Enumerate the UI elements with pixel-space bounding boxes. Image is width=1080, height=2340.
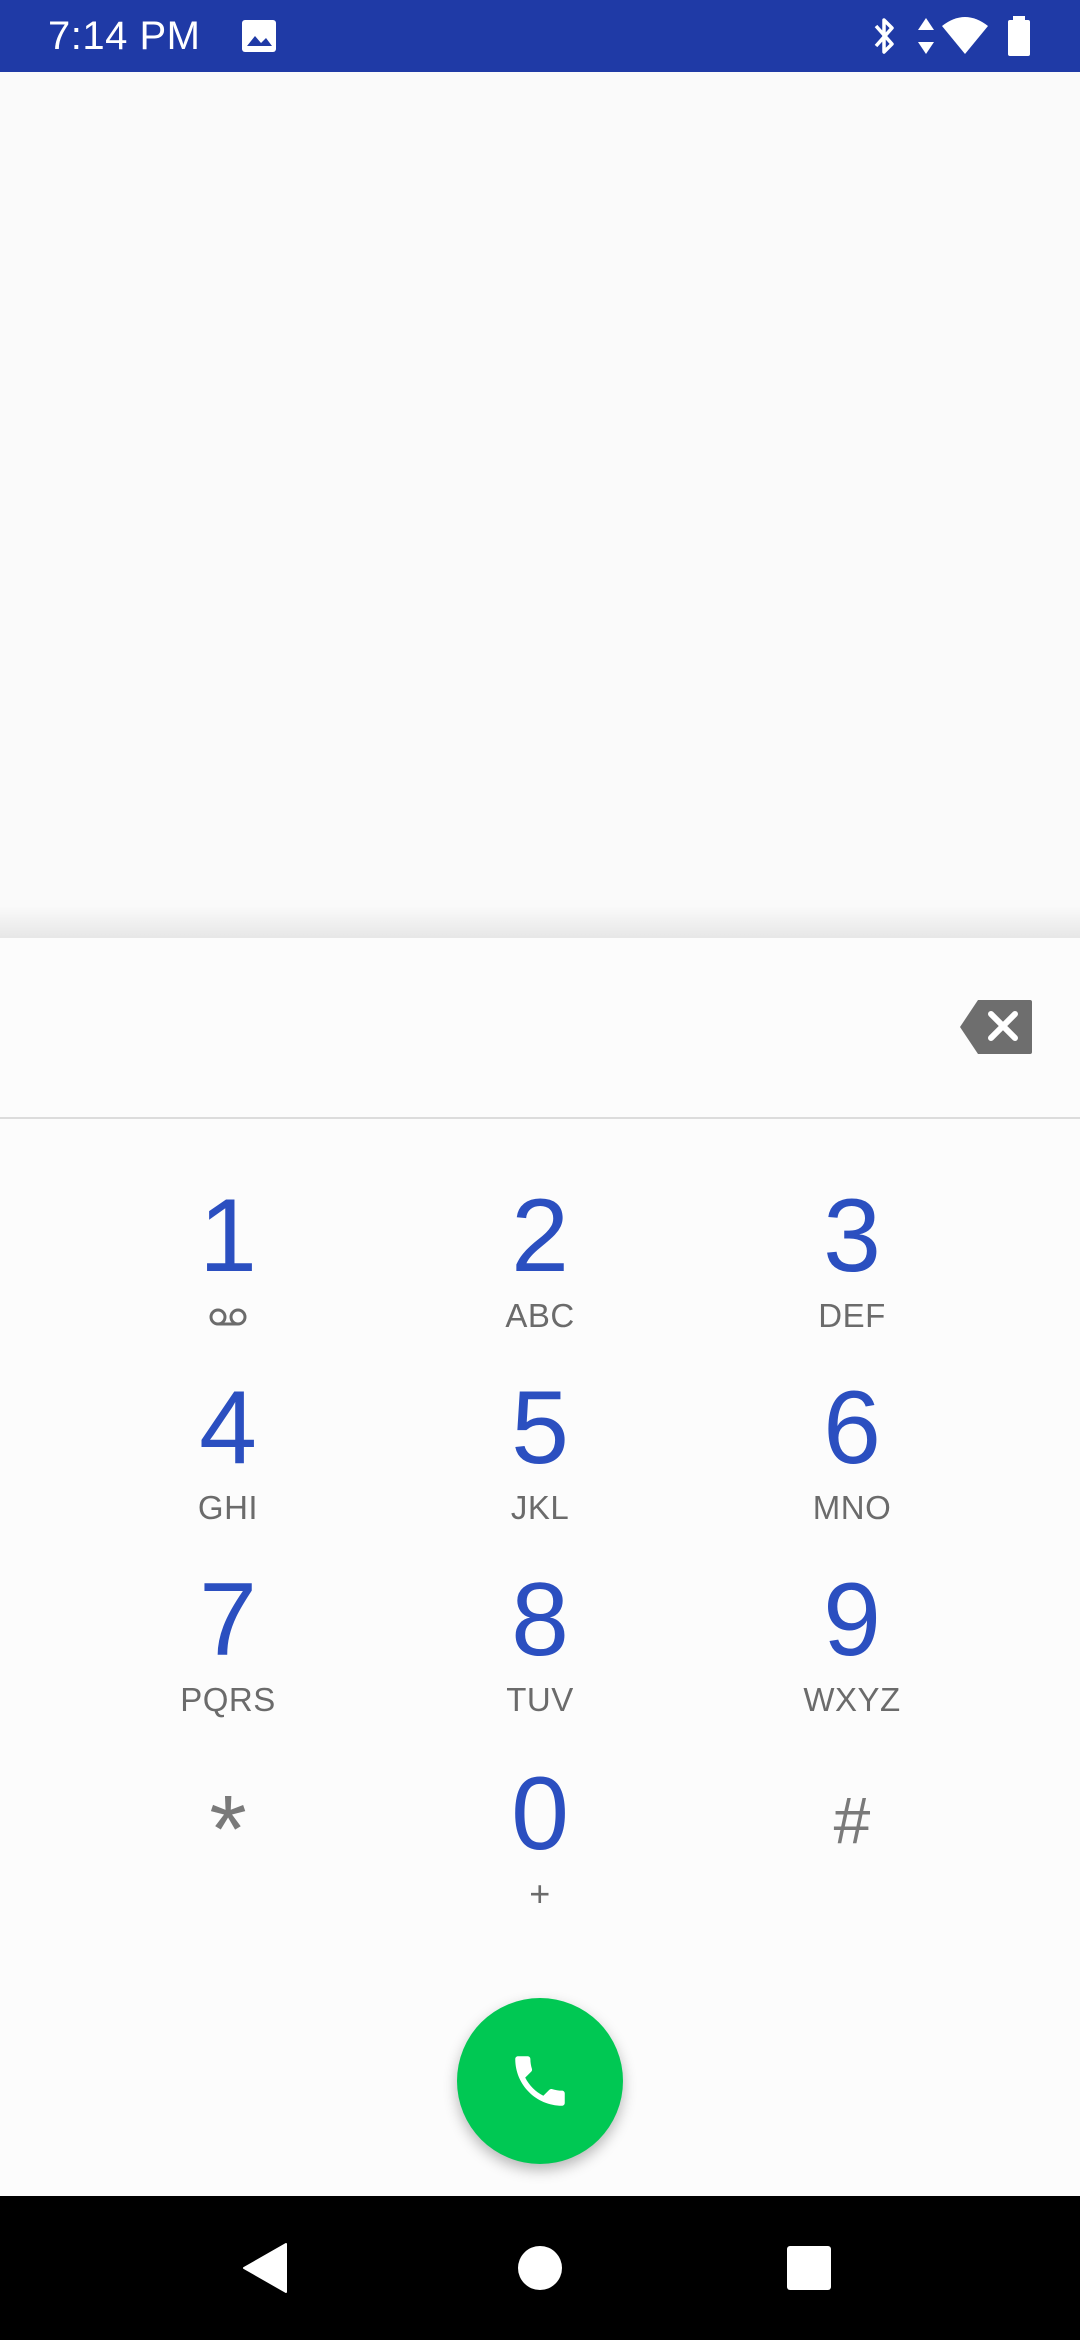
digits-row	[0, 938, 1080, 1119]
key-digit: 3	[823, 1178, 881, 1294]
status-time: 7:14 PM	[48, 14, 201, 58]
backspace-icon[interactable]	[958, 998, 1034, 1056]
key-letters: +	[529, 1873, 551, 1914]
back-icon[interactable]	[230, 2232, 302, 2304]
voicemail-icon	[208, 1306, 248, 1328]
key-digit: 1	[199, 1178, 257, 1294]
phone-icon	[515, 2056, 565, 2106]
key-9[interactable]: 9 WXYZ	[722, 1560, 982, 1740]
call-button[interactable]	[457, 1998, 623, 2164]
key-digit: 4	[199, 1370, 257, 1486]
battery-icon	[1004, 14, 1034, 58]
key-digit: 8	[511, 1562, 569, 1678]
key-letters: WXYZ	[803, 1681, 901, 1718]
key-8[interactable]: 8 TUV	[410, 1560, 670, 1740]
key-digit: 0	[511, 1756, 569, 1872]
key-letters: MNO	[812, 1489, 892, 1526]
key-digit: 7	[199, 1562, 257, 1678]
key-letters: GHI	[197, 1489, 259, 1526]
key-0[interactable]: 0 +	[410, 1754, 670, 1934]
key-letters: DEF	[818, 1297, 886, 1334]
key-digit: 9	[823, 1562, 881, 1678]
key-1[interactable]: 1	[98, 1176, 358, 1356]
key-digit: 2	[511, 1178, 569, 1294]
key-letters: ABC	[505, 1297, 575, 1334]
key-pound[interactable]: #	[722, 1754, 982, 1934]
image-notification-icon	[240, 14, 280, 58]
key-digit: 6	[823, 1370, 881, 1486]
key-6[interactable]: 6 MNO	[722, 1368, 982, 1548]
key-letters: JKL	[510, 1489, 570, 1526]
call-log-area	[0, 72, 1080, 938]
key-symbol: #	[833, 1783, 871, 1857]
recents-icon[interactable]	[773, 2232, 845, 2304]
key-7[interactable]: 7 PQRS	[98, 1560, 358, 1740]
sheet-shadow	[0, 906, 1080, 938]
data-transfer-icon	[912, 14, 940, 58]
navigation-bar	[0, 2196, 1080, 2340]
key-symbol: *	[209, 1776, 247, 1883]
key-digit: 5	[511, 1370, 569, 1486]
key-star[interactable]: *	[98, 1754, 358, 1934]
home-icon[interactable]	[504, 2232, 576, 2304]
key-letters: PQRS	[180, 1681, 276, 1718]
key-2[interactable]: 2 ABC	[410, 1176, 670, 1356]
key-5[interactable]: 5 JKL	[410, 1368, 670, 1548]
key-letters: TUV	[506, 1681, 574, 1718]
bluetooth-icon	[868, 14, 900, 58]
digits-field[interactable]	[40, 988, 920, 1068]
status-bar: 7:14 PM	[0, 0, 1080, 72]
key-4[interactable]: 4 GHI	[98, 1368, 358, 1548]
wifi-icon	[940, 14, 990, 58]
key-3[interactable]: 3 DEF	[722, 1176, 982, 1356]
